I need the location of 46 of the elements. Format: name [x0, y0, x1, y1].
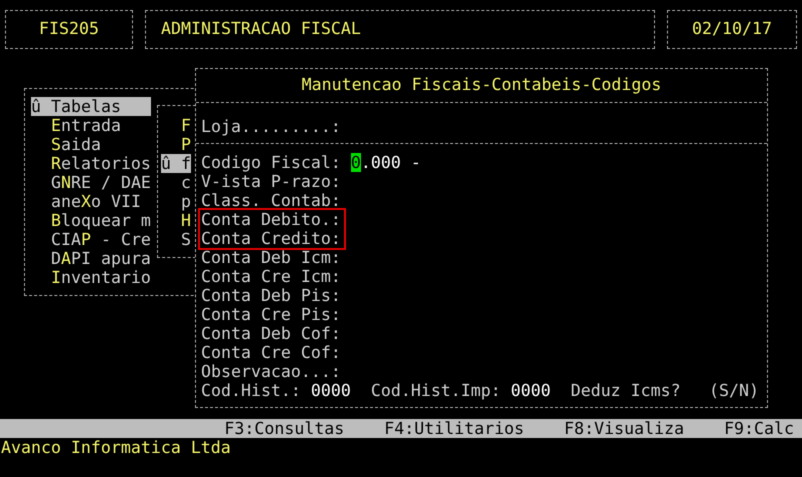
field-label: Conta Deb Pis:: [201, 286, 341, 305]
field-label: Conta Cre Cof:: [201, 343, 341, 362]
company-name: Avanco Informatica Ltda: [1, 438, 231, 457]
field-label: Observacao...:: [201, 362, 341, 381]
module-title: ADMINISTRACAO FISCAL: [145, 10, 655, 49]
field-label: Conta Cre Icm:: [201, 267, 341, 286]
field-label: Conta Cre Pis:: [201, 305, 341, 324]
field-value[interactable]: 0.000 -: [350, 153, 421, 172]
field-value: (S/N): [709, 381, 759, 400]
menu-item[interactable]: Saida: [31, 135, 151, 154]
field-label: Conta Deb Cof:: [201, 324, 341, 343]
field-label: Cod.Hist.:: [201, 381, 301, 400]
field-label: Codigo Fiscal:: [201, 153, 341, 172]
field-label: Deduz Icms?: [570, 381, 681, 400]
menu-item[interactable]: aneXo VII: [31, 192, 151, 211]
field-value[interactable]: 0000: [510, 381, 551, 400]
field-label: V-ista P-razo:: [201, 172, 341, 191]
field-label: Cod.Hist.Imp:: [370, 381, 501, 400]
function-key[interactable]: F9:Calc: [724, 419, 794, 438]
menu-item[interactable]: Entrada: [31, 116, 151, 135]
menu-item[interactable]: DAPI apura: [31, 249, 151, 268]
function-key[interactable]: F3:Consultas: [224, 419, 344, 438]
menu-item[interactable]: S: [161, 230, 191, 249]
menu-item[interactable]: GNRE / DAE: [31, 173, 151, 192]
menu-item[interactable]: û f: [161, 154, 191, 173]
function-key[interactable]: F4:Utilitarios: [384, 419, 524, 438]
field-value[interactable]: 0000: [310, 381, 351, 400]
menu-item[interactable]: Bloquear m: [31, 211, 151, 230]
program-code: FIS205: [5, 10, 133, 49]
menu-item[interactable]: F: [161, 116, 191, 135]
field-label: Loja.........:: [201, 116, 341, 138]
field-label: Class. Contab:: [201, 191, 341, 210]
field-label: Conta Deb Icm:: [201, 248, 341, 267]
menu-item[interactable]: c: [161, 173, 191, 192]
date: 02/10/17: [667, 10, 797, 49]
menu-item[interactable]: Inventario: [31, 268, 151, 287]
menu-item[interactable]: p: [161, 192, 191, 211]
field-label: Conta Credito:: [201, 229, 341, 248]
form-title: Manutencao Fiscais-Contabeis-Codigos: [302, 74, 662, 96]
menu-item[interactable]: CIAP - Cre: [31, 230, 151, 249]
menu-item[interactable]: û Tabelas: [31, 97, 151, 116]
menu-item[interactable]: Relatorios: [31, 154, 151, 173]
field-label: Conta Debito.:: [201, 210, 341, 229]
menu-item[interactable]: H: [161, 211, 191, 230]
function-key[interactable]: F8:Visualiza: [564, 419, 684, 438]
menu-item[interactable]: P: [161, 135, 191, 154]
